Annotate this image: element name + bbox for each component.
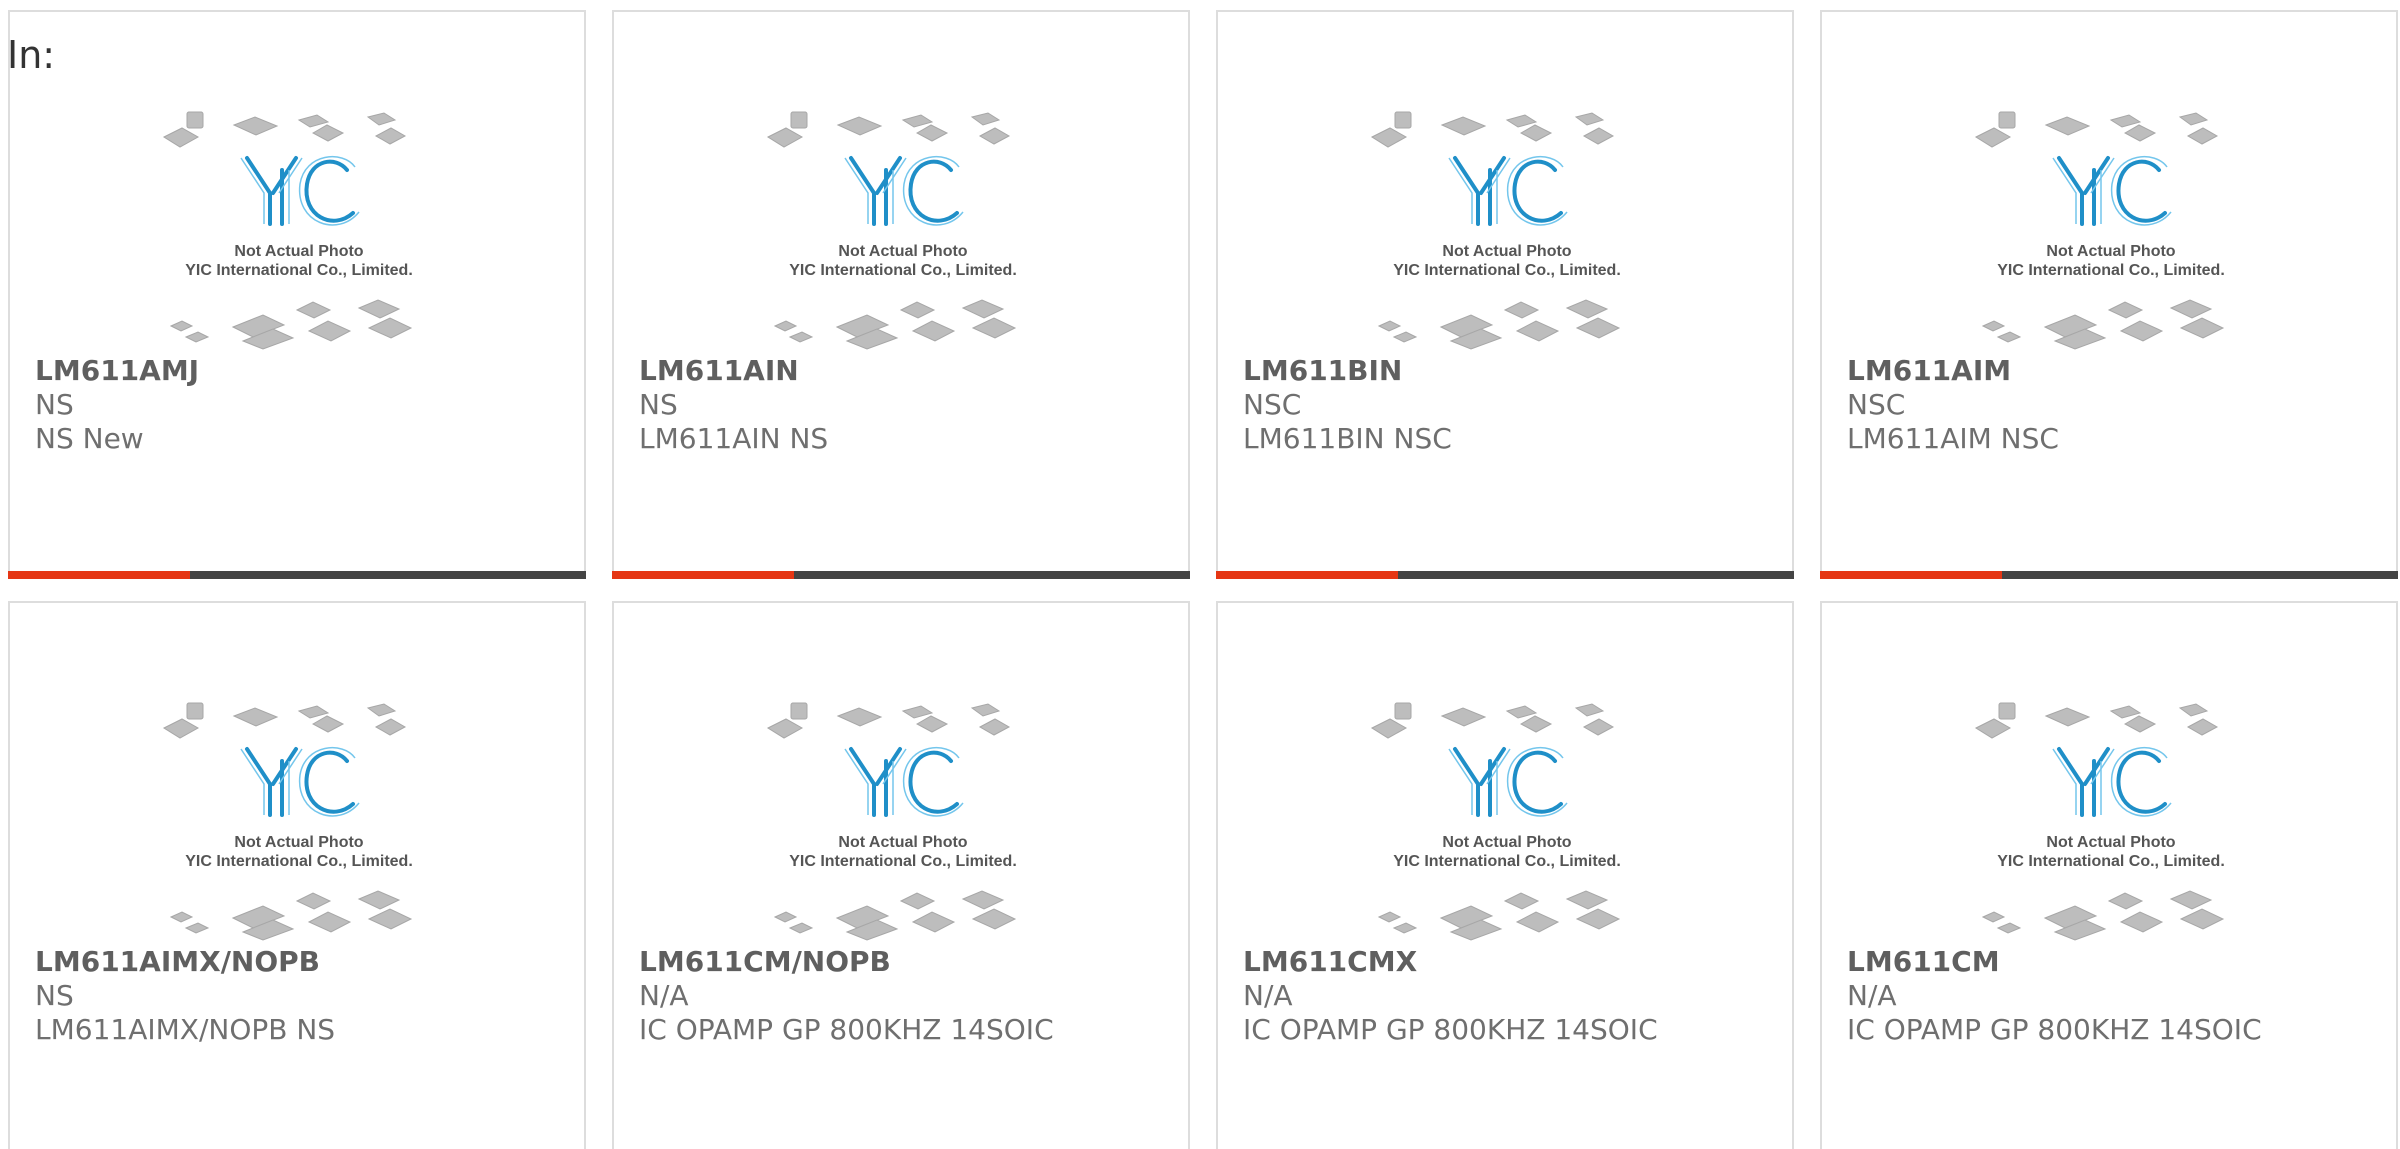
product-placeholder-image[interactable]: Not Actual Photo YIC International Co., … [1367, 100, 1647, 356]
product-meta: LM611CM/NOPB N/A IC OPAMP GP 800KHZ 14SO… [639, 945, 1159, 1047]
part-number[interactable]: LM611AIN [639, 354, 1159, 388]
product-placeholder-image[interactable]: Not Actual Photo YIC International Co., … [763, 100, 1043, 356]
brand: NSC [1243, 388, 1302, 421]
description: IC OPAMP GP 800KHZ 14SOIC [1847, 1013, 2262, 1046]
product-placeholder-image[interactable]: Not Actual Photo YIC International Co., … [1367, 691, 1647, 947]
svg-text:YIC International Co., Limited: YIC International Co., Limited. [185, 262, 413, 279]
product-placeholder-image[interactable]: Not Actual Photo YIC International Co., … [1971, 100, 2251, 356]
card-accent-bar [612, 571, 1190, 579]
product-card[interactable]: Not Actual Photo YIC International Co., … [1820, 601, 2398, 1149]
brand: NS [639, 388, 678, 421]
svg-text:YIC International Co., Limited: YIC International Co., Limited. [1997, 262, 2225, 279]
svg-text:YIC International Co., Limited: YIC International Co., Limited. [789, 262, 1017, 279]
svg-text:YIC International Co., Limited: YIC International Co., Limited. [1393, 262, 1621, 279]
product-card[interactable]: Not Actual Photo YIC International Co., … [1216, 10, 1794, 579]
card-accent-bar [1820, 571, 2398, 579]
product-meta: LM611AIN NS LM611AIN NS [639, 354, 1159, 456]
svg-text:YIC International Co., Limited: YIC International Co., Limited. [789, 853, 1017, 870]
brand: NS [35, 388, 74, 421]
svg-text:Not Actual Photo: Not Actual Photo [234, 834, 363, 851]
svg-text:YIC International Co., Limited: YIC International Co., Limited. [185, 853, 413, 870]
card-accent-red [8, 571, 190, 579]
product-meta: LM611AMJ NS NS New [35, 354, 555, 456]
product-meta: LM611BIN NSC LM611BIN NSC [1243, 354, 1763, 456]
product-results-page: In: Not Actual Photo YIC International C… [0, 0, 2400, 1149]
svg-text:YIC International Co., Limited: YIC International Co., Limited. [1393, 853, 1621, 870]
svg-text:YIC International Co., Limited: YIC International Co., Limited. [1997, 853, 2225, 870]
product-grid: Not Actual Photo YIC International Co., … [8, 10, 2398, 1149]
description: LM611AIMX/NOPB NS [35, 1013, 336, 1046]
description: LM611AIM NSC [1847, 422, 2059, 455]
product-meta: LM611CMX N/A IC OPAMP GP 800KHZ 14SOIC [1243, 945, 1763, 1047]
card-accent-red [612, 571, 794, 579]
part-number[interactable]: LM611CMX [1243, 945, 1763, 979]
part-number[interactable]: LM611AIM [1847, 354, 2367, 388]
description: NS New [35, 422, 144, 455]
product-meta: LM611CM N/A IC OPAMP GP 800KHZ 14SOIC [1847, 945, 2367, 1047]
product-card[interactable]: Not Actual Photo YIC International Co., … [1820, 10, 2398, 579]
description: IC OPAMP GP 800KHZ 14SOIC [1243, 1013, 1658, 1046]
brand: NSC [1847, 388, 1906, 421]
product-card[interactable]: Not Actual Photo YIC International Co., … [1216, 601, 1794, 1149]
product-card[interactable]: Not Actual Photo YIC International Co., … [8, 601, 586, 1149]
description: LM611AIN NS [639, 422, 829, 455]
brand: N/A [1243, 979, 1293, 1012]
card-accent-bar [8, 571, 586, 579]
description: LM611BIN NSC [1243, 422, 1452, 455]
part-number[interactable]: LM611BIN [1243, 354, 1763, 388]
card-accent-bar [1216, 571, 1794, 579]
card-accent-red [1820, 571, 2002, 579]
part-number[interactable]: LM611AIMX/NOPB [35, 945, 555, 979]
product-card[interactable]: Not Actual Photo YIC International Co., … [8, 10, 586, 579]
card-accent-red [1216, 571, 1398, 579]
product-placeholder-image[interactable]: Not Actual Photo YIC International Co., … [1971, 691, 2251, 947]
part-number[interactable]: LM611AMJ [35, 354, 555, 388]
svg-text:Not Actual Photo: Not Actual Photo [1442, 834, 1571, 851]
brand: N/A [639, 979, 689, 1012]
product-placeholder-image[interactable]: Not Actual Photo YIC International Co., … [159, 100, 439, 356]
brand: NS [35, 979, 74, 1012]
svg-text:Not Actual Photo: Not Actual Photo [838, 243, 967, 260]
svg-text:Not Actual Photo: Not Actual Photo [1442, 243, 1571, 260]
part-number[interactable]: LM611CM [1847, 945, 2367, 979]
product-meta: LM611AIMX/NOPB NS LM611AIMX/NOPB NS [35, 945, 555, 1047]
product-placeholder-image[interactable]: Not Actual Photo YIC International Co., … [763, 691, 1043, 947]
product-card[interactable]: Not Actual Photo YIC International Co., … [612, 10, 1190, 579]
in-label: In: [7, 33, 56, 77]
part-number[interactable]: LM611CM/NOPB [639, 945, 1159, 979]
svg-text:Not Actual Photo: Not Actual Photo [234, 243, 363, 260]
product-placeholder-image[interactable]: Not Actual Photo YIC International Co., … [159, 691, 439, 947]
description: IC OPAMP GP 800KHZ 14SOIC [639, 1013, 1054, 1046]
svg-text:Not Actual Photo: Not Actual Photo [2046, 834, 2175, 851]
product-card[interactable]: Not Actual Photo YIC International Co., … [612, 601, 1190, 1149]
svg-text:Not Actual Photo: Not Actual Photo [2046, 243, 2175, 260]
svg-text:Not Actual Photo: Not Actual Photo [838, 834, 967, 851]
product-meta: LM611AIM NSC LM611AIM NSC [1847, 354, 2367, 456]
brand: N/A [1847, 979, 1897, 1012]
